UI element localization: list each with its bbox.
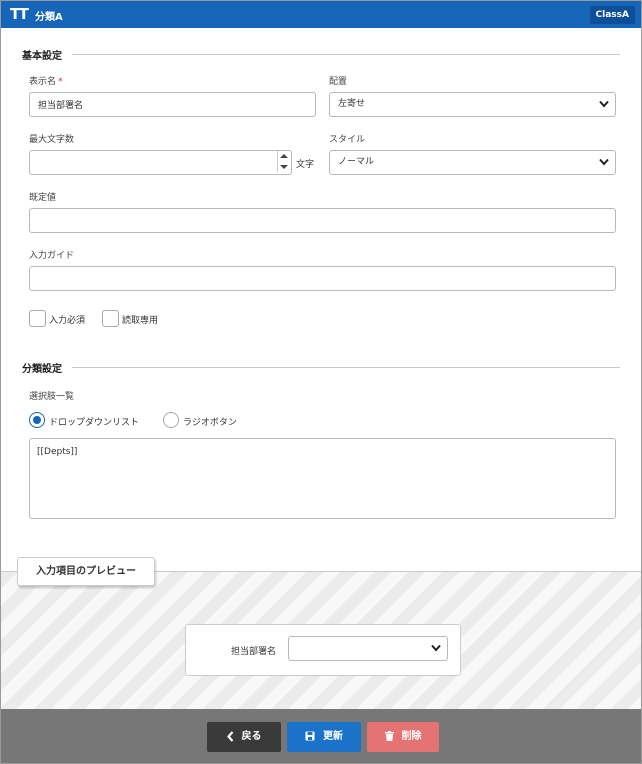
trash-icon (384, 731, 394, 741)
display-name-label: 表示名 * (29, 77, 63, 87)
default-value-label: 既定値 (29, 193, 57, 203)
readonly-checkbox[interactable] (102, 310, 119, 327)
options-textarea[interactable]: [[Depts]] (29, 438, 616, 519)
update-button-label: 更新 (323, 731, 343, 742)
required-checkbox-label: 入力必須 (49, 316, 86, 326)
basic-settings-title: 基本設定 (22, 47, 68, 62)
style-label: スタイル (329, 135, 366, 145)
preview-card: 担当部署名 (185, 624, 461, 676)
classification-settings-title: 分類設定 (22, 360, 68, 375)
title-bar: TT 分類A ClassA (1, 1, 641, 28)
preview-field-label: 担当部署名 (231, 647, 277, 657)
section-divider (72, 367, 620, 368)
footer-bar: 戻る 更新 削除 (1, 709, 641, 763)
style-select-value: ノーマル (338, 157, 375, 167)
required-checkbox[interactable] (29, 310, 46, 327)
delete-button-label: 削除 (401, 731, 422, 742)
display-name-input[interactable] (29, 92, 316, 117)
required-mark: * (58, 77, 63, 87)
dropdown-list-radio-label: ドロップダウンリスト (49, 418, 140, 428)
preview-tab[interactable]: 入力項目のプレビュー (17, 557, 155, 586)
max-chars-input[interactable] (29, 150, 292, 175)
stepper-buttons[interactable] (277, 151, 291, 172)
max-chars-stepper[interactable] (29, 150, 292, 175)
max-chars-label: 最大文字数 (29, 135, 75, 145)
dropdown-list-radio[interactable] (29, 412, 45, 428)
input-guide-label: 入力ガイド (29, 251, 75, 261)
chevron-down-icon (599, 100, 609, 108)
max-chars-unit: 文字 (296, 160, 315, 170)
window-title: 分類A (35, 12, 63, 23)
back-button[interactable]: 戻る (207, 722, 281, 752)
text-field-type-icon: TT (10, 5, 29, 23)
stepper-up-icon[interactable] (280, 154, 288, 158)
alignment-select[interactable]: 左寄せ (329, 92, 616, 117)
class-badge: ClassA (589, 6, 635, 24)
readonly-checkbox-label: 読取専用 (122, 316, 159, 326)
section-divider (72, 54, 620, 55)
alignment-label: 配置 (329, 77, 348, 87)
back-button-label: 戻る (241, 731, 262, 742)
chevron-left-icon (226, 730, 233, 742)
preview-select[interactable] (288, 636, 448, 661)
basic-settings-header: 基本設定 (22, 47, 620, 62)
radio-button-radio[interactable] (163, 412, 179, 428)
chevron-down-icon (599, 158, 609, 166)
classification-settings-header: 分類設定 (22, 360, 620, 375)
dialog-window: TT 分類A ClassA 基本設定 表示名* 配置 左寄せ 最大文字数 文字 … (0, 0, 642, 764)
options-list-label: 選択肢一覧 (29, 392, 75, 402)
style-select[interactable]: ノーマル (329, 150, 616, 175)
save-icon (305, 731, 315, 741)
update-button[interactable]: 更新 (287, 722, 361, 752)
alignment-select-value: 左寄せ (338, 99, 366, 109)
stepper-down-icon[interactable] (280, 165, 288, 169)
chevron-down-icon (431, 644, 441, 652)
default-value-input[interactable] (29, 208, 616, 233)
input-guide-input[interactable] (29, 266, 616, 291)
delete-button[interactable]: 削除 (367, 722, 439, 752)
radio-button-radio-label: ラジオボタン (183, 418, 237, 428)
